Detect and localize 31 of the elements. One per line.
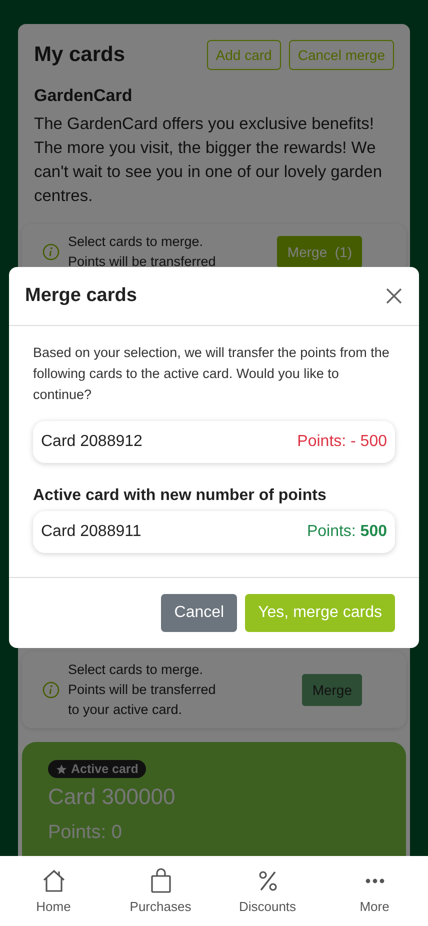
card-number: Card 2088912 [41,433,142,451]
confirm-button[interactable]: Yes, merge cards [245,594,395,632]
banner-text: Select cards to merge. [68,661,204,679]
program-title: GardenCard [34,86,134,106]
card-points: Points: 0 [48,822,123,844]
banner-text: Select cards to merge. [68,233,204,251]
info-icon [42,681,60,699]
card-number: Card 2088911 [41,523,142,541]
banner-text: to your active card. [68,701,184,719]
banner-text: Points will be transferred [68,253,217,271]
close-icon[interactable] [385,287,403,305]
info-icon [42,243,60,261]
home-icon[interactable] [40,868,66,894]
nav-label[interactable]: Discounts [238,899,296,914]
section-heading: Active card with new number of points [33,487,328,505]
card-name: Card 300000 [48,784,176,810]
dialog-title: Merge cards [25,285,137,307]
badge-text: Active card [71,762,138,776]
nav-label[interactable]: Purchases [130,899,192,914]
page-title: My cards [34,43,126,67]
cancel-button[interactable]: Cancel [161,594,238,632]
nav-label[interactable]: Home [36,899,71,914]
points-change: Points: - 500 [297,433,387,451]
star-icon [56,764,67,774]
nav-label[interactable]: More [360,899,390,914]
program-description: The GardenCard offers you exclusive benefits! The more you visit, the bigger the rewards! We can't wait to see you in one of our lovely garden centres. [34,114,384,207]
merge-button[interactable]: Merge (1) [277,236,362,268]
loyalty-card[interactable]: Active card Card 300000 Points: 0 [22,742,406,856]
dialog-message: Based on your selection, we will transfer the points from the following cards to the active card. Would you like to continue? [33,344,390,404]
points-total: Points: 500 [306,523,387,541]
banner-text: Points will be transferred [68,681,217,699]
